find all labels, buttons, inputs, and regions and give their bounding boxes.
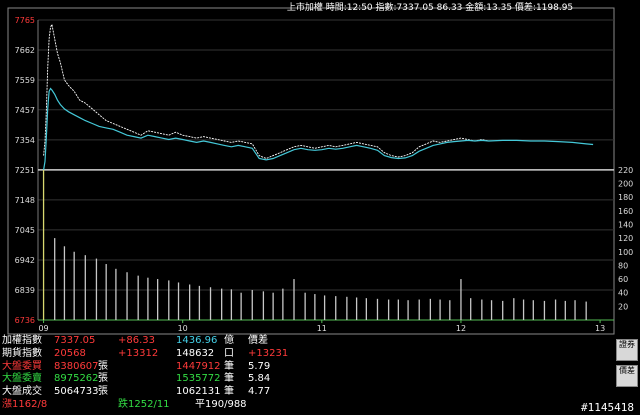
intraday-chart: 上市加權 時間:12:50 指數:7337.05 86.33 金額:13.35 … bbox=[7, 1, 633, 335]
x-tick-label: 10 bbox=[178, 324, 188, 333]
volume-tick-label: 160 bbox=[618, 207, 633, 216]
info-value-4: +13231 bbox=[248, 347, 289, 359]
info-label: 漲1162/8 bbox=[2, 399, 48, 410]
info-value-4: 5.79 bbox=[248, 360, 271, 372]
y-tick-label: 6942 bbox=[15, 256, 35, 265]
volume-tick-label: 20 bbox=[618, 302, 628, 311]
info-value-2: 跌1252/11 bbox=[118, 399, 170, 410]
y-tick-label: 7148 bbox=[15, 196, 35, 205]
price-lines bbox=[43, 22, 594, 170]
spread-button[interactable]: 價差 bbox=[616, 365, 638, 387]
market-info-panel: 加權指數 7337.05 +86.33 1436.96 億 價差期貨指數 20568 +133… bbox=[0, 335, 614, 415]
info-value-2: +13312 bbox=[118, 347, 159, 359]
info-value-4: 190/988 bbox=[205, 399, 247, 410]
info-value-1: 8975262 bbox=[54, 373, 99, 385]
y-tick-label: 7251 bbox=[15, 166, 35, 175]
y-tick-label: 6839 bbox=[15, 286, 35, 295]
info-unit-1: 張 bbox=[98, 360, 108, 372]
info-value-4: 4.77 bbox=[248, 386, 271, 398]
average-line bbox=[43, 87, 594, 170]
info-label: 大盤委賣 bbox=[2, 373, 42, 385]
watermark: #1145418 bbox=[581, 401, 634, 414]
y-tick-label: 6736 bbox=[15, 316, 35, 325]
x-tick-label: 13 bbox=[595, 324, 605, 333]
info-value-3: 平 bbox=[195, 399, 205, 410]
info-value-3: 1447912 bbox=[176, 360, 221, 372]
info-value-3: 148632 bbox=[176, 347, 215, 359]
info-value-2: +86.33 bbox=[118, 335, 156, 346]
info-value-3: 1062131 bbox=[176, 386, 221, 398]
info-unit-3: 億 bbox=[224, 335, 234, 346]
info-label: 加權指數 bbox=[2, 335, 42, 346]
y-tick-label: 7045 bbox=[15, 226, 35, 235]
x-tick-label: 11 bbox=[317, 324, 327, 333]
volume-tick-label: 140 bbox=[618, 220, 633, 229]
volume-tick-label: 100 bbox=[618, 248, 633, 257]
info-value-1: 5064733 bbox=[54, 386, 99, 398]
y-axis-labels: 7765 7662 7559 7457 7354 7251 7148 7045 6942 6839… bbox=[15, 16, 35, 325]
y-tick-label: 7765 bbox=[15, 16, 35, 25]
info-unit-3: 筆 bbox=[224, 373, 234, 385]
info-unit-3: 口 bbox=[224, 347, 234, 359]
x-tick-label: 09 bbox=[38, 324, 48, 333]
y-tick-label: 7559 bbox=[15, 76, 35, 85]
volume-bars bbox=[42, 169, 587, 320]
info-unit-1: 張 bbox=[98, 373, 108, 385]
info-label: 大盤成交 bbox=[2, 386, 42, 398]
info-value-3: 1535772 bbox=[176, 373, 221, 385]
y-tick-label: 7457 bbox=[15, 106, 35, 115]
chart-header: 上市加權 時間:12:50 指數:7337.05 86.33 金額:13.35 … bbox=[287, 1, 573, 13]
info-value-4: 價差 bbox=[248, 335, 268, 346]
info-value-3: 1436.96 bbox=[176, 335, 218, 346]
volume-axis-labels: 220 200 180 160 140 120 100 80 60 40 20 bbox=[618, 166, 633, 311]
info-unit-3: 筆 bbox=[224, 386, 234, 398]
info-label: 大盤委買 bbox=[2, 360, 42, 372]
info-value-1: 7337.05 bbox=[54, 335, 96, 346]
info-unit-3: 筆 bbox=[224, 360, 234, 372]
volume-tick-label: 60 bbox=[618, 275, 628, 284]
y-tick-label: 7354 bbox=[15, 136, 35, 145]
info-value-1: 8380607 bbox=[54, 360, 99, 372]
index-line bbox=[43, 22, 489, 159]
x-axis-labels: 09 10 11 12 13 bbox=[38, 320, 605, 333]
info-label: 期貨指數 bbox=[2, 347, 42, 359]
securities-button[interactable]: 證券 bbox=[616, 339, 638, 361]
volume-tick-label: 180 bbox=[618, 193, 633, 202]
x-tick-label: 12 bbox=[456, 324, 466, 333]
volume-tick-label: 40 bbox=[618, 289, 628, 298]
y-tick-label: 7662 bbox=[15, 46, 35, 55]
volume-tick-label: 120 bbox=[618, 234, 633, 243]
info-unit-1: 張 bbox=[98, 386, 108, 398]
info-value-1: 20568 bbox=[54, 347, 86, 359]
chart-frame bbox=[7, 7, 615, 335]
info-value-4: 5.84 bbox=[248, 373, 271, 385]
volume-tick-label: 220 bbox=[618, 166, 633, 175]
volume-tick-label: 200 bbox=[618, 180, 633, 189]
volume-tick-label: 80 bbox=[618, 261, 628, 270]
